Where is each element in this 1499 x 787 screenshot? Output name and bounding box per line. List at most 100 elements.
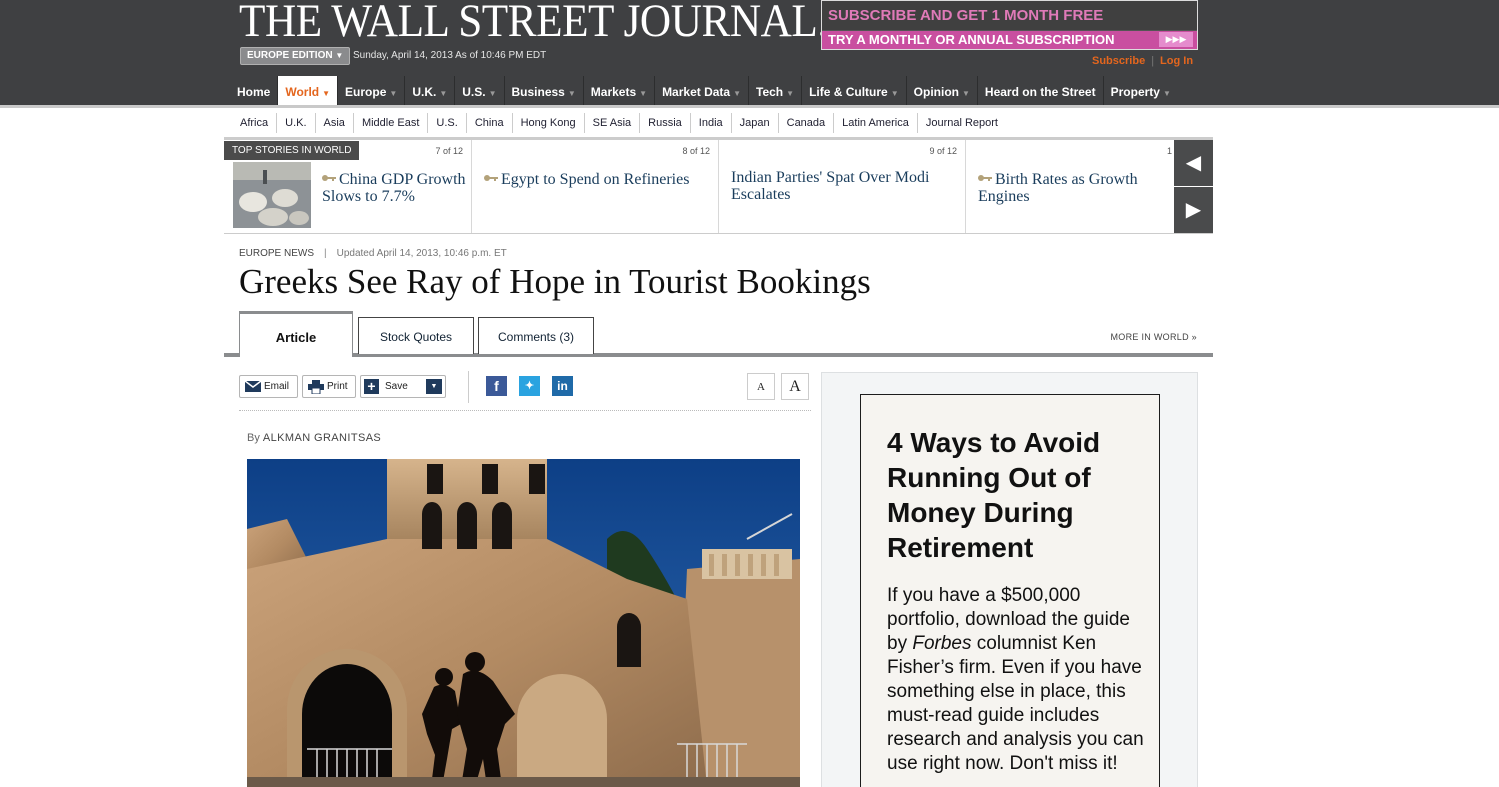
nav-label: Tech (756, 85, 784, 99)
key-icon (322, 175, 336, 181)
subscribe-link[interactable]: Subscribe (1092, 55, 1145, 67)
dateline: Sunday, April 14, 2013 As of 10:46 PM ED… (353, 50, 547, 61)
subnav-item[interactable]: SE Asia (585, 113, 641, 133)
nav-item-property[interactable]: Property ▼ (1104, 76, 1178, 107)
story-headline[interactable]: Birth Rates as Growth Engines (978, 171, 1168, 205)
nav-label: Property (1110, 85, 1160, 99)
nav-label: Market Data (662, 85, 731, 99)
masthead-logo[interactable]: THE WALL STREET JOURNAL. (239, 0, 828, 48)
tab-article[interactable]: Article (239, 311, 353, 357)
nav-label: Markets (590, 85, 637, 99)
nav-divider (0, 105, 1499, 108)
subnav-item[interactable]: Middle East (354, 113, 429, 133)
nav-label: Europe (345, 85, 387, 99)
font-size-decrease-button[interactable]: A (747, 373, 775, 400)
tab-stock-quotes[interactable]: Stock Quotes (358, 317, 474, 354)
subnav-item[interactable]: China (467, 113, 513, 133)
printer-icon (308, 379, 324, 394)
caret-down-icon: ▼ (488, 89, 497, 98)
story-card[interactable]: 9 of 12 Indian Parties' Spat Over Modi E… (719, 140, 966, 233)
print-button[interactable]: Print (302, 375, 356, 398)
nav-item-tech[interactable]: Tech ▼ (749, 76, 803, 107)
nav-item-life-culture[interactable]: Life & Culture ▼ (802, 76, 907, 107)
more-in-world-link[interactable]: MORE IN WORLD » (1110, 332, 1197, 342)
nav-item-home[interactable]: Home (230, 76, 279, 107)
subnav-item[interactable]: Canada (779, 113, 835, 133)
subnav-item[interactable]: Africa (232, 113, 278, 133)
top-stories-carousel: TOP STORIES IN WORLD 7 of 12 China GDP G… (224, 137, 1213, 234)
story-headline-text: China GDP Growth Slows to 7.7% (322, 171, 466, 205)
nav-label: Heard on the Street (984, 85, 1096, 99)
story-headline-text: Egypt to Spend on Refineries (501, 171, 690, 188)
caret-down-icon: ▼ (786, 89, 795, 98)
twitter-share-button[interactable]: ✦ (519, 376, 540, 396)
nav-item-market-data[interactable]: Market Data ▼ (655, 76, 750, 107)
story-headline[interactable]: Egypt to Spend on Refineries (484, 171, 714, 188)
chevron-right-icon: ▶ (1185, 199, 1202, 221)
story-counter: 8 of 12 (682, 146, 710, 156)
caret-down-icon: ▼ (961, 89, 970, 98)
subnav-item[interactable]: U.S. (428, 113, 467, 133)
nav-item-europe[interactable]: Europe ▼ (338, 76, 406, 107)
nav-item-opinion[interactable]: Opinion ▼ (907, 76, 978, 107)
caret-down-icon: ▼ (890, 89, 899, 98)
story-headline[interactable]: Indian Parties' Spat Over Modi Escalates (731, 169, 961, 203)
nav-item-uk[interactable]: U.K. ▼ (405, 76, 456, 107)
nav-label: Opinion (913, 85, 959, 99)
login-link[interactable]: Log In (1160, 55, 1193, 67)
linkedin-share-button[interactable]: in (552, 376, 573, 396)
section-label[interactable]: EUROPE NEWS (239, 248, 314, 259)
email-label: Email (264, 381, 290, 392)
world-subnav: Africa U.K. Asia Middle East U.S. China … (232, 113, 1006, 133)
promo-headline: SUBSCRIBE AND GET 1 MONTH FREE (822, 1, 1197, 30)
save-dropdown-button[interactable]: ▼ (426, 379, 442, 394)
nav-item-markets[interactable]: Markets ▼ (584, 76, 656, 107)
caret-down-icon: ▼ (733, 89, 742, 98)
subscription-promo-banner[interactable]: SUBSCRIBE AND GET 1 MONTH FREE TRY A MON… (821, 0, 1198, 50)
nav-item-heard-on-the-street[interactable]: Heard on the Street (978, 76, 1104, 107)
ad-body-emphasis: Forbes (912, 633, 972, 654)
site-header: THE WALL STREET JOURNAL. EUROPE EDITION … (0, 0, 1499, 107)
caret-down-icon: ▼ (389, 89, 398, 98)
story-thumbnail[interactable] (233, 162, 311, 228)
edition-label: EUROPE EDITION (247, 50, 333, 61)
account-links: Subscribe | Log In (1092, 55, 1193, 67)
story-card[interactable]: 1 Birth Rates as Growth Engines (966, 140, 1174, 233)
thumbnail-image (233, 162, 311, 228)
subnav-item[interactable]: Russia (640, 113, 691, 133)
edition-selector[interactable]: EUROPE EDITION ▼ (240, 47, 351, 65)
toolbar-separator (239, 410, 811, 411)
subnav-item[interactable]: Japan (732, 113, 779, 133)
subnav-item[interactable]: Journal Report (918, 113, 1006, 133)
nav-label: World (285, 85, 320, 99)
nav-label: U.K. (412, 85, 437, 99)
email-button[interactable]: Email (239, 375, 298, 398)
author-link[interactable]: ALKMAN GRANITSAS (263, 432, 381, 444)
nav-item-world[interactable]: World ▼ (278, 76, 339, 107)
subnav-item[interactable]: U.K. (277, 113, 316, 133)
retirement-guide-ad[interactable]: 4 Ways to Avoid Running Out of Money Dur… (860, 394, 1160, 787)
facebook-share-button[interactable]: f (486, 376, 507, 396)
subnav-item[interactable]: Latin America (834, 113, 918, 133)
key-icon (484, 175, 498, 181)
envelope-icon (245, 381, 261, 392)
save-button[interactable]: + Save ▼ (360, 375, 446, 398)
carousel-next-button[interactable]: ▶ (1174, 187, 1213, 233)
article-kicker: EUROPE NEWS | Updated April 14, 2013, 10:4… (239, 248, 507, 259)
caret-down-icon: ▼ (322, 89, 331, 98)
subnav-item[interactable]: Asia (316, 113, 354, 133)
tab-comments[interactable]: Comments (3) (478, 317, 594, 354)
caret-down-icon: ▼ (335, 51, 344, 60)
caret-down-icon: ▼ (639, 89, 648, 98)
subnav-item[interactable]: Hong Kong (513, 113, 585, 133)
subnav-item[interactable]: India (691, 113, 732, 133)
nav-item-us[interactable]: U.S. ▼ (455, 76, 505, 107)
font-size-increase-button[interactable]: A (781, 373, 809, 400)
nav-item-business[interactable]: Business ▼ (505, 76, 584, 107)
story-counter: 1 (1166, 146, 1172, 156)
story-card[interactable]: 8 of 12 Egypt to Spend on Refineries (472, 140, 719, 233)
sidebar-ad-container: 4 Ways to Avoid Running Out of Money Dur… (821, 372, 1198, 787)
ad-body-text: columnist Ken Fisher’s firm. Even if you… (887, 633, 1144, 774)
story-headline[interactable]: China GDP Growth Slows to 7.7% (322, 171, 467, 205)
carousel-prev-button[interactable]: ◀ (1174, 140, 1213, 186)
